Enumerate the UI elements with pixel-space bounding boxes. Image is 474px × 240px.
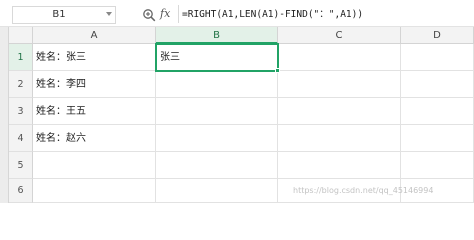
- cell-a5[interactable]: [33, 152, 156, 179]
- cell-a6[interactable]: [33, 179, 156, 203]
- formula-divider: [178, 5, 179, 23]
- cell-a3[interactable]: 姓名：王五: [33, 98, 156, 125]
- cell-d2[interactable]: [401, 71, 474, 98]
- select-all-corner[interactable]: [9, 27, 33, 44]
- left-edge-strip: [0, 0, 9, 203]
- name-box[interactable]: B1: [12, 6, 116, 24]
- cell-a4[interactable]: 姓名：赵六: [33, 125, 156, 152]
- cell-b3[interactable]: [156, 98, 278, 125]
- row-header-3[interactable]: 3: [9, 98, 33, 125]
- row-header-6[interactable]: 6: [9, 179, 33, 203]
- cell-b6[interactable]: [156, 179, 278, 203]
- fx-icon[interactable]: fx: [160, 6, 176, 22]
- row-header-4[interactable]: 4: [9, 125, 33, 152]
- cell-a2[interactable]: 姓名：李四: [33, 71, 156, 98]
- row-header-2[interactable]: 2: [9, 71, 33, 98]
- zoom-icon[interactable]: [142, 8, 156, 22]
- cell-c2[interactable]: [278, 71, 401, 98]
- spreadsheet-grid: A B C D 1 2 3 4 5 6 姓名：张三 姓名：李四 姓名：王五 姓名…: [9, 27, 474, 203]
- cell-b2[interactable]: [156, 71, 278, 98]
- cell-b5[interactable]: [156, 152, 278, 179]
- watermark-text: https://blog.csdn.net/qq_45146994: [293, 186, 434, 195]
- cell-d1[interactable]: [401, 44, 474, 71]
- cell-d5[interactable]: [401, 152, 474, 179]
- column-header-d[interactable]: D: [401, 27, 474, 44]
- formula-bar: B1 fx =RIGHT(A1,LEN(A1)-FIND("：",A1)): [0, 0, 474, 27]
- cell-d3[interactable]: [401, 98, 474, 125]
- fill-handle[interactable]: [275, 68, 280, 73]
- cell-c1[interactable]: [278, 44, 401, 71]
- cell-c3[interactable]: [278, 98, 401, 125]
- column-header-c[interactable]: C: [278, 27, 401, 44]
- cell-d4[interactable]: [401, 125, 474, 152]
- chevron-down-icon[interactable]: [106, 12, 112, 16]
- row-header-1[interactable]: 1: [9, 44, 33, 71]
- cell-b1[interactable]: 张三: [155, 43, 279, 72]
- row-header-5[interactable]: 5: [9, 152, 33, 179]
- cell-a1[interactable]: 姓名：张三: [33, 44, 156, 71]
- formula-input[interactable]: =RIGHT(A1,LEN(A1)-FIND("：",A1)): [182, 7, 467, 23]
- cell-c5[interactable]: [278, 152, 401, 179]
- column-header-a[interactable]: A: [33, 27, 156, 44]
- column-header-b[interactable]: B: [156, 27, 278, 44]
- cell-c4[interactable]: [278, 125, 401, 152]
- cell-b4[interactable]: [156, 125, 278, 152]
- name-box-value: B1: [52, 9, 66, 20]
